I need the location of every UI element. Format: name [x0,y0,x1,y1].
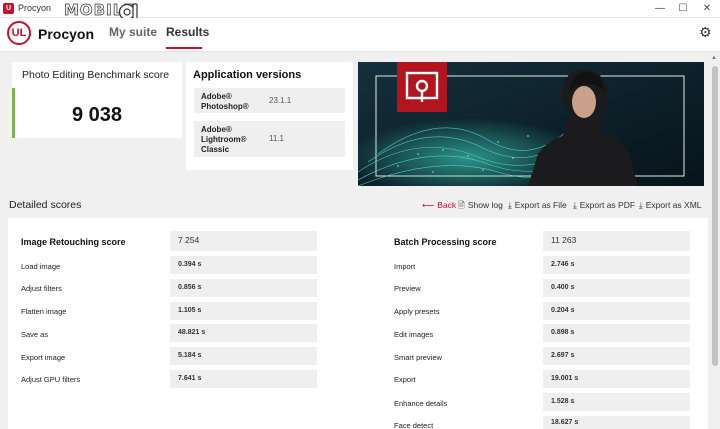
app-name: Adobe® Photoshop® [201,92,249,111]
test-value: 5.184 s [170,347,317,365]
active-tab-indicator [166,47,202,49]
download-icon: ⤓ [639,200,643,210]
test-value: 48.821 s [170,324,317,342]
scrollbar-thumb[interactable] [712,66,718,366]
show-log-button[interactable]: 🗎 Show log [458,200,503,214]
export-file-button[interactable]: ⤓ Export as File [508,200,567,211]
test-name: Preview [394,284,421,293]
app-version: 23.1.1 [269,96,292,105]
test-name: Load image [21,262,61,271]
test-value: 19.001 s [543,370,690,388]
tab-results[interactable]: Results [166,25,209,39]
benchmark-score-card: Photo Editing Benchmark score 9 038 [12,62,182,138]
test-value: 2.746 s [543,256,690,274]
document-icon: 🗎 [458,200,465,210]
test-name: Adjust filters [21,284,62,293]
hero-illustration [358,62,704,186]
export-xml-button[interactable]: ⤓ Export as XML [639,200,702,211]
window-titlebar: U Procyon MOBILE — ☐ ✕ [0,0,720,21]
test-value: 0.400 s [543,279,690,297]
retouching-score-value: 7 254 [170,231,317,251]
detailed-scores-panel: Image Retouching score 7 254 Load image … [8,218,708,429]
arrow-left-icon: ⟵ [422,200,435,210]
test-value: 0.898 s [543,324,690,342]
brand-name: Procyon [38,26,95,42]
app-icon: U [3,3,14,14]
test-name: Adjust GPU filters [21,375,81,384]
test-name: Save as [21,330,49,339]
app-version: 11.1 [269,134,284,143]
tab-my-suite[interactable]: My suite [109,25,157,39]
retouching-score-title: Image Retouching score [21,237,126,247]
window-title: Procyon [18,3,52,13]
batch-score-title: Batch Processing score [394,237,497,247]
test-name: Face detect [394,421,434,429]
test-name: Export image [21,353,66,362]
ul-logo-icon: UL [7,21,31,45]
close-button[interactable]: ✕ [692,0,720,18]
test-value: 7.641 s [170,370,317,388]
test-name: Apply presets [394,307,440,316]
test-value: 0.204 s [543,302,690,320]
version-row-photoshop: Adobe® Photoshop® 23.1.1 [194,88,345,113]
benchmark-score-title: Photo Editing Benchmark score [22,69,170,81]
detailed-scores-title: Detailed scores [9,199,82,211]
test-name: Export [394,375,416,384]
test-name: Smart preview [394,353,442,362]
vertical-scrollbar[interactable]: ▲ [710,52,720,429]
app-header: UL Procyon My suite Results ⚙ [0,18,720,52]
batch-score-value: 11 263 [543,231,690,251]
gear-icon[interactable]: ⚙ [699,24,712,41]
export-pdf-button[interactable]: ⤓ Export as PDF [573,200,635,211]
test-value: 0.394 s [170,256,317,274]
benchmark-hero-image [358,62,704,186]
test-name: Flatten image [21,307,67,316]
app-name: Adobe® Lightroom® Classic [201,125,247,154]
test-value: 18.627 s [543,416,690,429]
back-button[interactable]: ⟵ Back [422,200,456,211]
test-name: Import [394,262,416,271]
scroll-up-icon[interactable]: ▲ [711,55,717,61]
application-versions-title: Application versions [193,69,302,81]
test-value: 1.105 s [170,302,317,320]
download-icon: ⤓ [508,200,512,210]
test-name: Enhance details [394,399,448,408]
application-versions-card: Application versions Adobe® Photoshop® 2… [186,62,353,170]
download-icon: ⤓ [573,200,577,210]
test-value: 0.856 s [170,279,317,297]
benchmark-score-value: 9 038 [71,104,123,126]
test-value: 2.697 s [543,347,690,365]
test-value: 1.528 s [543,393,690,411]
version-row-lightroom: Adobe® Lightroom® Classic 11.1 [194,121,345,157]
test-name: Edit images [394,330,434,339]
